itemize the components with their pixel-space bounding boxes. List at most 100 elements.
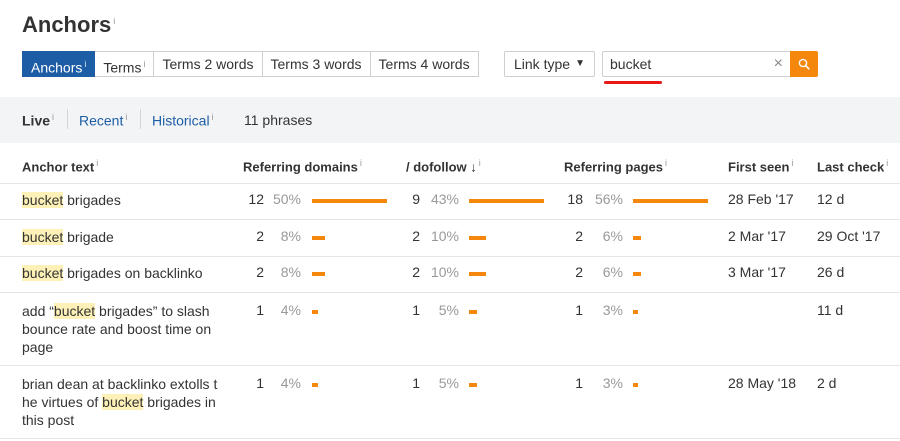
filter-live[interactable]: Live i xyxy=(22,112,54,129)
divider xyxy=(140,109,141,129)
referring-domains-percent: 8% xyxy=(280,228,301,244)
referring-domains-bar xyxy=(312,310,318,314)
referring-domains-count[interactable]: 2 xyxy=(234,264,264,280)
dofollow-bar xyxy=(469,199,544,203)
info-icon[interactable]: i xyxy=(125,112,127,122)
referring-pages-percent: 6% xyxy=(602,228,623,244)
referring-pages-percent: 3% xyxy=(602,375,623,391)
info-icon[interactable]: i xyxy=(791,158,793,168)
dofollow-count[interactable]: 1 xyxy=(390,375,420,391)
last-check-value: 29 Oct '17 xyxy=(817,228,881,244)
dofollow-count[interactable]: 2 xyxy=(390,264,420,280)
column-header-anchor[interactable]: Anchor text i xyxy=(22,158,98,174)
tab-anchors[interactable]: Anchors i xyxy=(22,51,96,77)
referring-pages-percent: 56% xyxy=(594,191,623,207)
referring-pages-bar xyxy=(633,272,641,276)
info-icon[interactable]: i xyxy=(84,59,86,69)
search-input[interactable] xyxy=(603,52,763,76)
table-divider xyxy=(0,256,900,257)
info-icon[interactable]: i xyxy=(212,112,214,122)
column-header-first-seen[interactable]: First seen i xyxy=(728,158,793,174)
anchor-text-part: brigades on backlinko xyxy=(63,265,203,281)
anchor-text[interactable]: bucket brigade xyxy=(22,228,226,246)
column-header-dofollow[interactable]: / dofollow ↓ i xyxy=(406,158,481,174)
first-seen-date: 2 Mar '17 xyxy=(728,228,786,244)
referring-pages-bar xyxy=(633,383,638,387)
table-divider xyxy=(0,438,900,439)
info-icon[interactable]: i xyxy=(665,158,667,168)
last-check-value: 26 d xyxy=(817,264,845,280)
anchor-text-part: add “ xyxy=(22,303,54,319)
phrase-count: 11 phrases xyxy=(244,112,313,128)
search-icon xyxy=(798,58,810,70)
tab-terms-3-words[interactable]: Terms 3 words xyxy=(262,51,371,77)
last-check-value: 12 d xyxy=(817,191,845,207)
table-divider xyxy=(0,292,900,293)
info-icon[interactable]: i xyxy=(360,158,362,168)
table-divider xyxy=(0,183,900,184)
dofollow-count[interactable]: 1 xyxy=(390,302,420,318)
anchor-text-part: brigade xyxy=(63,229,114,245)
referring-pages-count[interactable]: 1 xyxy=(553,375,583,391)
search-button[interactable] xyxy=(790,51,818,77)
tab-terms-4-words[interactable]: Terms 4 words xyxy=(370,51,479,77)
info-icon[interactable]: i xyxy=(886,158,888,168)
referring-domains-percent: 4% xyxy=(280,375,301,391)
referring-domains-bar xyxy=(312,383,318,387)
info-icon[interactable]: i xyxy=(113,16,115,26)
referring-domains-percent: 50% xyxy=(272,191,301,207)
referring-pages-count[interactable]: 2 xyxy=(553,264,583,280)
referring-domains-count[interactable]: 1 xyxy=(234,302,264,318)
referring-domains-bar xyxy=(312,199,387,203)
clear-icon[interactable]: × xyxy=(774,55,783,73)
first-seen-date: 28 May '18 xyxy=(728,375,797,391)
dofollow-bar xyxy=(469,310,477,314)
anchor-text[interactable]: brian dean at backlinko extolls t he vir… xyxy=(22,375,226,429)
referring-domains-percent: 4% xyxy=(280,302,301,318)
last-check-value: 11 d xyxy=(817,302,844,318)
referring-pages-count[interactable]: 1 xyxy=(553,302,583,318)
table-divider xyxy=(0,365,900,366)
referring-domains-count[interactable]: 12 xyxy=(234,191,264,207)
highlighted-term: bucket xyxy=(53,303,96,319)
sort-arrow-icon: ↓ xyxy=(470,159,477,175)
anchor-text-part: brigades xyxy=(63,192,121,208)
referring-pages-count[interactable]: 18 xyxy=(553,191,583,207)
dofollow-percent: 10% xyxy=(430,264,459,280)
info-icon[interactable]: i xyxy=(479,158,481,168)
dofollow-percent: 5% xyxy=(438,375,459,391)
referring-pages-percent: 3% xyxy=(602,302,623,318)
page-title: Anchors i xyxy=(22,12,116,37)
search-box: × xyxy=(602,51,792,77)
referring-pages-count[interactable]: 2 xyxy=(553,228,583,244)
annotation-underline xyxy=(604,81,662,84)
column-header-last-check[interactable]: Last check i xyxy=(817,158,888,174)
referring-domains-count[interactable]: 2 xyxy=(234,228,264,244)
filter-historical[interactable]: Historical i xyxy=(152,112,214,129)
anchor-text[interactable]: bucket brigades on backlinko xyxy=(22,264,226,282)
tab-terms[interactable]: Terms i xyxy=(95,51,155,77)
info-icon[interactable]: i xyxy=(52,112,54,122)
dofollow-count[interactable]: 2 xyxy=(390,228,420,244)
highlighted-term: bucket xyxy=(22,265,64,281)
dofollow-count[interactable]: 9 xyxy=(390,191,420,207)
anchor-text[interactable]: bucket brigades xyxy=(22,191,226,209)
referring-pages-bar xyxy=(633,199,708,203)
filter-recent[interactable]: Recent i xyxy=(79,112,127,129)
anchor-text[interactable]: add “bucket brigades” to slash bounce ra… xyxy=(22,302,226,356)
referring-domains-percent: 8% xyxy=(280,264,301,280)
referring-domains-count[interactable]: 1 xyxy=(234,375,264,391)
info-icon[interactable]: i xyxy=(143,59,145,69)
referring-pages-bar xyxy=(633,310,638,314)
dofollow-bar xyxy=(469,272,486,276)
column-header-referring-domains[interactable]: Referring domains i xyxy=(243,158,362,174)
info-icon[interactable]: i xyxy=(96,158,98,168)
link-type-dropdown[interactable]: Link type ▼ xyxy=(504,51,595,77)
caret-down-icon: ▼ xyxy=(575,58,585,69)
first-seen-date: 3 Mar '17 xyxy=(728,264,786,280)
column-header-referring-pages[interactable]: Referring pages i xyxy=(564,158,667,174)
mode-filter-bar: Live i Recent i Historical i 11 phrases xyxy=(0,97,900,143)
tab-terms-2-words[interactable]: Terms 2 words xyxy=(154,51,263,77)
last-check-value: 2 d xyxy=(817,375,837,391)
referring-domains-bar xyxy=(312,236,325,240)
